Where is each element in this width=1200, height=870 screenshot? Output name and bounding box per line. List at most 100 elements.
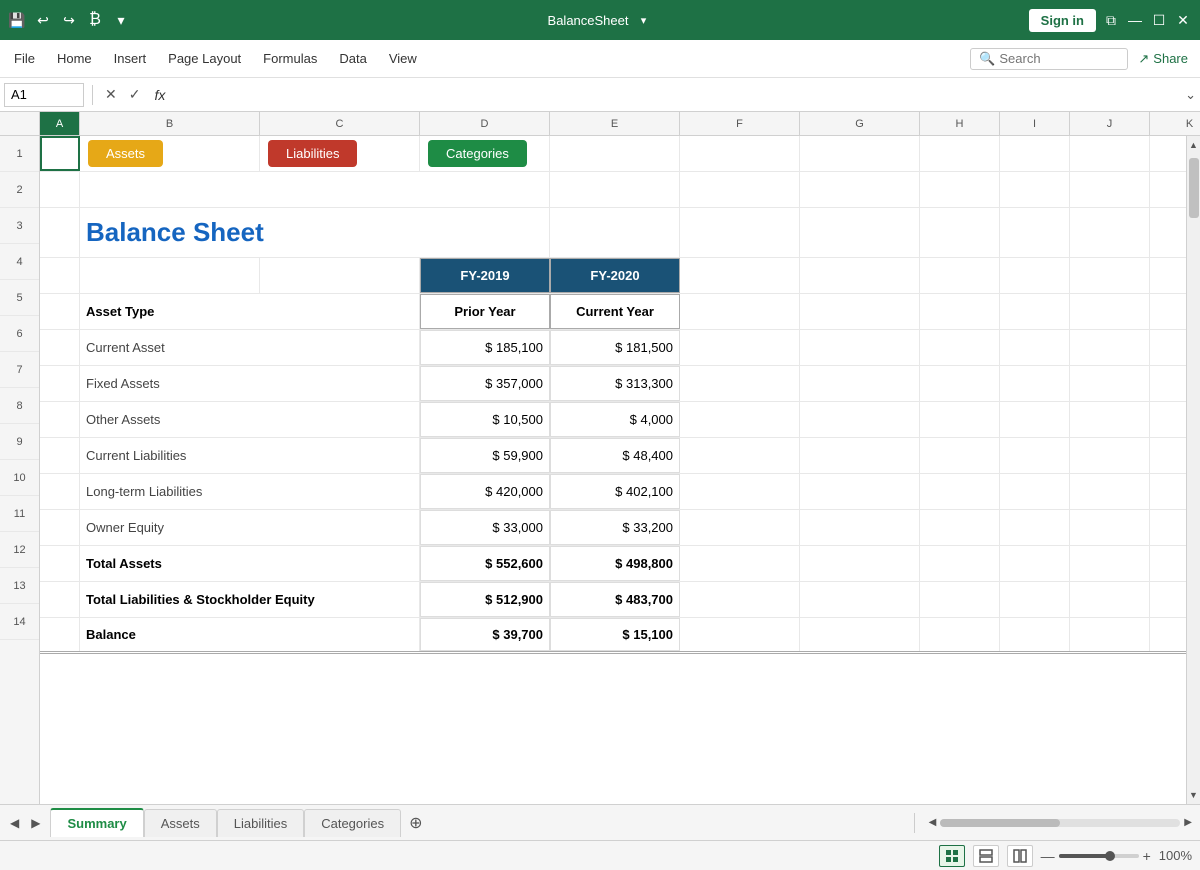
cell-j1[interactable] [1070,136,1150,171]
menu-data[interactable]: Data [329,47,376,70]
cell-i2[interactable] [1000,172,1070,207]
col-header-c[interactable]: C [260,112,420,135]
formula-expand-icon[interactable]: ⌄ [1185,87,1196,103]
share-button[interactable]: ↗ Share [1138,51,1188,67]
sheet-tab-assets[interactable]: Assets [144,809,217,837]
cell-a2[interactable] [40,172,80,207]
scroll-up-arrow[interactable]: ▲ [1187,136,1200,154]
cell-f5[interactable] [680,294,800,329]
row-num-10[interactable]: 10 [0,460,39,496]
cell-g4[interactable] [800,258,920,293]
row-num-7[interactable]: 7 [0,352,39,388]
cell-e1[interactable] [550,136,680,171]
page-break-view-button[interactable] [1007,845,1033,867]
cell-a3[interactable] [40,208,80,257]
horizontal-scroll-area[interactable]: ◀ ▶ [921,805,1200,840]
cancel-formula-icon[interactable]: ✕ [101,84,121,105]
title-dropdown-icon[interactable]: ▾ [634,11,652,29]
cell-j5[interactable] [1070,294,1150,329]
hscroll-left-arrow[interactable]: ◀ [929,817,937,828]
sheet-tab-categories[interactable]: Categories [304,809,401,837]
cell-j4[interactable] [1070,258,1150,293]
cell-j2[interactable] [1070,172,1150,207]
cell-f1[interactable] [680,136,800,171]
liabilities-button[interactable]: Liabilities [268,140,357,167]
menu-page-layout[interactable]: Page Layout [158,47,251,70]
cell-e3[interactable] [550,208,680,257]
cell-reference-box[interactable]: A1 [4,83,84,107]
search-box[interactable]: 🔍 [970,48,1128,70]
col-header-e[interactable]: E [550,112,680,135]
row-num-14[interactable]: 14 [0,604,39,640]
cell-c1[interactable]: Liabilities [260,136,420,171]
cell-g1[interactable] [800,136,920,171]
cell-g3[interactable] [800,208,920,257]
maximize-icon[interactable]: ☐ [1150,11,1168,29]
tab-prev-arrow[interactable]: ◀ [6,814,23,832]
sheet-tab-summary[interactable]: Summary [50,808,143,837]
save-icon[interactable]: 💾 [8,11,26,29]
cell-g2[interactable] [800,172,920,207]
menu-home[interactable]: Home [47,47,102,70]
cell-b2[interactable] [80,172,550,207]
minimize-icon[interactable]: — [1126,11,1144,29]
col-header-h[interactable]: H [920,112,1000,135]
cell-d1[interactable]: Categories [420,136,550,171]
cell-k5[interactable] [1150,294,1186,329]
cell-a6[interactable] [40,330,80,365]
cell-f3[interactable] [680,208,800,257]
cell-i4[interactable] [1000,258,1070,293]
cell-h3[interactable] [920,208,1000,257]
currency-icon[interactable]: ₿ [86,11,104,29]
normal-view-button[interactable] [939,845,965,867]
row-num-6[interactable]: 6 [0,316,39,352]
cell-f4[interactable] [680,258,800,293]
search-input[interactable] [999,51,1119,66]
row-num-3[interactable]: 3 [0,208,39,244]
zoom-plus-button[interactable]: + [1143,848,1151,864]
customize-dropdown-icon[interactable]: ▾ [112,11,130,29]
row-num-8[interactable]: 8 [0,388,39,424]
row-num-9[interactable]: 9 [0,424,39,460]
row-num-2[interactable]: 2 [0,172,39,208]
hscroll-track[interactable] [940,819,1180,827]
col-header-i[interactable]: I [1000,112,1070,135]
redo-icon[interactable]: ↪ [60,11,78,29]
row-num-13[interactable]: 13 [0,568,39,604]
cell-k3[interactable] [1150,208,1186,257]
cell-j3[interactable] [1070,208,1150,257]
col-header-j[interactable]: J [1070,112,1150,135]
row-num-5[interactable]: 5 [0,280,39,316]
page-layout-view-button[interactable] [973,845,999,867]
cell-h1[interactable] [920,136,1000,171]
assets-button[interactable]: Assets [88,140,163,167]
col-header-d[interactable]: D [420,112,550,135]
col-header-f[interactable]: F [680,112,800,135]
row-num-12[interactable]: 12 [0,532,39,568]
menu-formulas[interactable]: Formulas [253,47,327,70]
formula-input[interactable] [175,87,1181,102]
row-num-4[interactable]: 4 [0,244,39,280]
cell-h5[interactable] [920,294,1000,329]
undo-icon[interactable]: ↩ [34,11,52,29]
col-header-g[interactable]: G [800,112,920,135]
scroll-down-arrow[interactable]: ▼ [1187,786,1200,804]
cell-b4[interactable] [80,258,260,293]
cell-i5[interactable] [1000,294,1070,329]
cell-k1[interactable] [1150,136,1186,171]
categories-button[interactable]: Categories [428,140,527,167]
zoom-slider-track[interactable] [1059,854,1139,858]
vertical-scrollbar[interactable]: ▲ ▼ [1186,136,1200,804]
cell-h2[interactable] [920,172,1000,207]
cell-k4[interactable] [1150,258,1186,293]
zoom-slider-thumb[interactable] [1105,851,1115,861]
row-num-11[interactable]: 11 [0,496,39,532]
scroll-thumb-v[interactable] [1189,158,1199,218]
cell-e2[interactable] [550,172,680,207]
tab-next-arrow[interactable]: ▶ [27,814,44,832]
cell-i3[interactable] [1000,208,1070,257]
col-header-a[interactable]: A [40,112,80,135]
cell-g5[interactable] [800,294,920,329]
cell-a4[interactable] [40,258,80,293]
menu-insert[interactable]: Insert [104,47,157,70]
